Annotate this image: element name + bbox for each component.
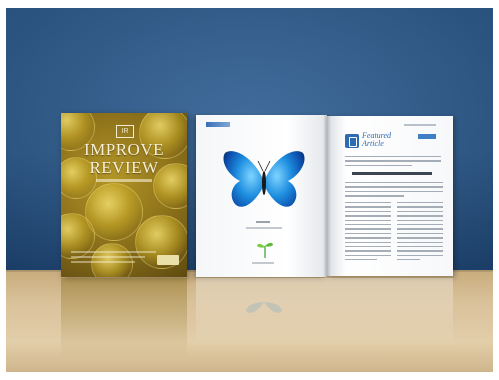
article-intro-text <box>345 156 441 169</box>
butterfly-illustration <box>223 151 305 207</box>
article-brand-line2: Article <box>362 139 384 148</box>
cover-logo: IR <box>116 125 134 138</box>
photo-scene: IR IMPROVE REVIEW Featured Article <box>0 0 499 380</box>
sprout-icon <box>257 242 273 258</box>
footer-line <box>252 262 274 264</box>
article-column-2 <box>397 202 443 263</box>
butterfly-reflection <box>246 302 282 313</box>
article-logo-icon <box>345 134 359 148</box>
page-header-line <box>404 124 436 126</box>
article-brand: Featured Article <box>362 132 402 148</box>
article-column-1 <box>345 202 391 263</box>
cover-subtitle-rule <box>96 179 152 182</box>
article-title-bar <box>352 172 432 175</box>
magazine-reflection <box>61 278 187 358</box>
page-gutter <box>323 115 331 277</box>
cover-badge <box>157 255 179 265</box>
cover-title-line1: IMPROVE <box>83 140 164 159</box>
article-tag <box>418 134 436 139</box>
publisher-logo <box>206 122 230 127</box>
caption-line <box>246 227 282 229</box>
open-magazine-reflection <box>196 278 453 348</box>
article-body-text <box>345 182 443 200</box>
caption-line <box>256 221 270 223</box>
magazine-cover: IR IMPROVE REVIEW <box>61 113 187 277</box>
cover-title-line2: REVIEW <box>89 158 159 177</box>
